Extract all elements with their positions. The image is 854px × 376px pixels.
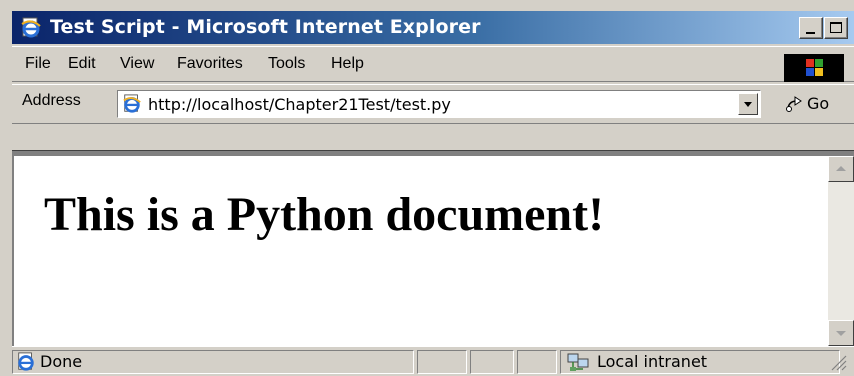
menu-help[interactable]: Help: [331, 55, 364, 73]
page-content: [12, 154, 854, 346]
chevron-up-icon: [836, 166, 846, 171]
page-heading: This is a Python document!: [44, 188, 605, 241]
status-text: Done: [40, 352, 83, 371]
throbber: [784, 54, 844, 82]
status-pane: [470, 350, 514, 374]
status-pane-zone: Local intranet: [560, 350, 840, 374]
address-dropdown-button[interactable]: [738, 93, 758, 115]
menu-tools[interactable]: Tools: [268, 55, 305, 73]
windows-logo-icon: [806, 59, 823, 76]
browser-window: Test Script - Microsoft Internet Explore…: [0, 0, 854, 376]
vertical-scrollbar[interactable]: [828, 156, 854, 346]
scroll-down-button[interactable]: [828, 320, 854, 346]
ie-page-icon: [122, 94, 142, 114]
menu-view[interactable]: View: [120, 55, 154, 73]
resize-grip-icon[interactable]: [828, 352, 848, 372]
go-button[interactable]: Go: [780, 90, 850, 118]
chevron-down-icon: [744, 102, 752, 107]
menu-bar: File Edit View Favorites Tools Help: [12, 46, 854, 82]
minimize-icon: [806, 32, 815, 34]
address-input[interactable]: http://localhost/Chapter21Test/test.py: [117, 90, 761, 118]
minimize-button[interactable]: [799, 17, 823, 39]
menu-edit[interactable]: Edit: [68, 55, 96, 73]
chevron-down-icon: [836, 331, 846, 336]
status-pane-main: Done: [12, 350, 414, 374]
menu-favorites[interactable]: Favorites: [177, 55, 243, 73]
local-intranet-icon: [567, 353, 589, 371]
go-label: Go: [807, 94, 830, 113]
ie-page-icon: [20, 17, 42, 39]
maximize-icon: [830, 22, 842, 33]
status-pane: [517, 350, 557, 374]
window-title: Test Script - Microsoft Internet Explore…: [50, 16, 481, 38]
status-pane: [417, 350, 467, 374]
status-bar: Done Local intranet: [12, 346, 854, 376]
scroll-up-button[interactable]: [828, 156, 854, 182]
maximize-button[interactable]: [824, 17, 848, 39]
ie-page-icon: [18, 352, 34, 371]
menu-file[interactable]: File: [25, 55, 51, 73]
address-url[interactable]: http://localhost/Chapter21Test/test.py: [148, 95, 451, 114]
address-label: Address: [22, 92, 81, 109]
zone-text: Local intranet: [597, 352, 708, 371]
go-arrow-icon: [786, 96, 802, 112]
title-bar[interactable]: Test Script - Microsoft Internet Explore…: [12, 11, 854, 44]
